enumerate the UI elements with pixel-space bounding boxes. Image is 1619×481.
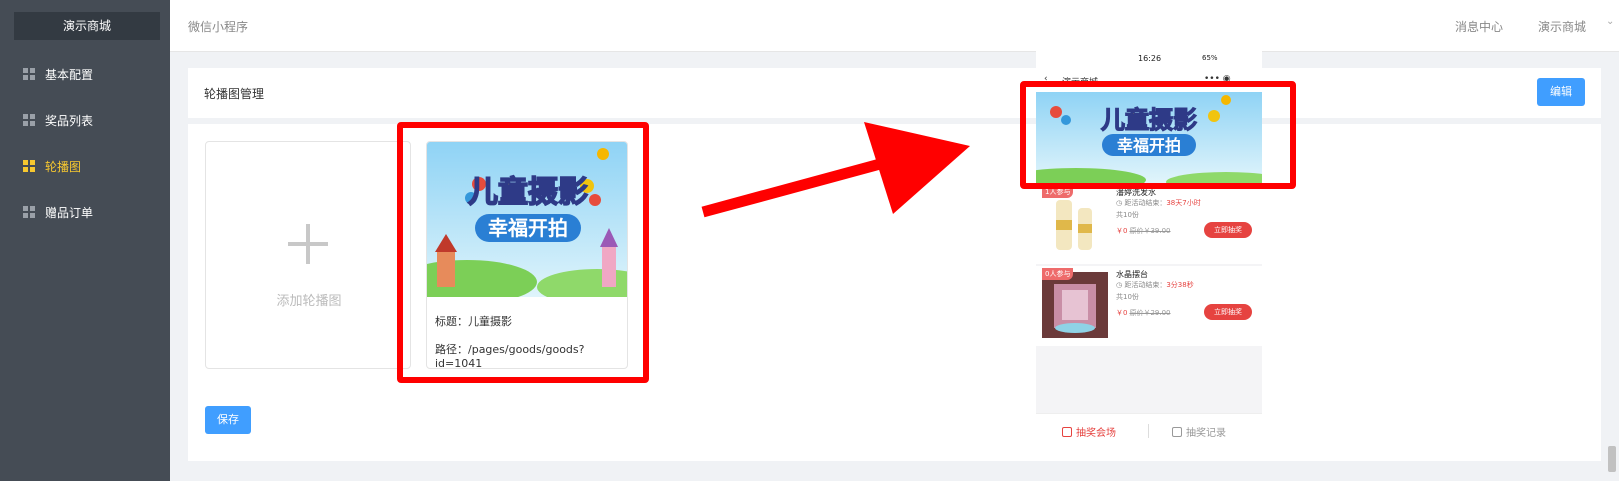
grid-icon: [23, 68, 35, 80]
sidebar-item-label: 基本配置: [45, 67, 94, 82]
edit-button[interactable]: 编辑: [1537, 78, 1585, 106]
record-icon: [1172, 426, 1182, 437]
message-center-link[interactable]: 消息中心: [1455, 18, 1503, 35]
highlight-frame: [397, 122, 649, 383]
sidebar-item-basic-config[interactable]: 基本配置: [0, 52, 170, 96]
price-value: ￥0: [1116, 227, 1128, 235]
card-header: 轮播图管理 编辑: [188, 68, 1601, 118]
gift-icon: [1062, 426, 1072, 437]
product-name: 水晶摆台: [1116, 270, 1148, 279]
participants-badge: 0人参与: [1042, 268, 1074, 280]
page-title: 轮播图管理: [204, 87, 265, 101]
sidebar-item-label: 轮播图: [45, 159, 82, 174]
save-button[interactable]: 保存: [205, 406, 251, 434]
tab-label: 抽奖会场: [1076, 428, 1116, 439]
chevron-down-icon[interactable]: ⌄: [1606, 16, 1614, 27]
plus-icon: [288, 224, 328, 264]
app-title: 微信小程序: [188, 20, 249, 34]
sidebar: 演示商城 基本配置 奖品列表 轮播图 赠品订单: [0, 0, 170, 481]
grid-icon: [23, 206, 35, 218]
battery-icon: 65%: [1202, 54, 1218, 62]
product-image: [1042, 190, 1108, 256]
highlight-frame: [1020, 81, 1296, 189]
prize-count: 共10份: [1116, 211, 1139, 219]
tab-label: 抽奖记录: [1186, 428, 1226, 439]
product-card[interactable]: 0人参与 水晶摆台 ◷ 距活动结束：3分38秒 共10份 ￥0 原价￥29.00 …: [1036, 266, 1262, 346]
product-image: [1042, 272, 1108, 338]
original-price: 原价￥29.00: [1129, 309, 1171, 317]
original-price: 原价￥39.00: [1129, 227, 1171, 235]
tab-divider: [1148, 424, 1149, 438]
tab-lottery-records[interactable]: 抽奖记录: [1172, 424, 1226, 439]
phone-status-bar: 16:26 65%: [1036, 48, 1262, 70]
sidebar-item-label: 赠品订单: [45, 205, 94, 220]
tab-lottery-hall[interactable]: 抽奖会场: [1062, 424, 1116, 439]
sidebar-item-label: 奖品列表: [45, 113, 94, 128]
grid-icon: [23, 160, 35, 172]
countdown-label: 距活动结束：: [1124, 281, 1167, 289]
draw-button[interactable]: 立即抽奖: [1204, 222, 1252, 238]
shop-switcher[interactable]: 演示商城: [1538, 18, 1586, 35]
sidebar-item-prize-list[interactable]: 奖品列表: [0, 98, 170, 142]
brand-title: 演示商城: [14, 12, 160, 40]
add-banner-label: 添加轮播图: [276, 294, 342, 309]
sidebar-item-carousel[interactable]: 轮播图: [0, 144, 170, 188]
price: ￥0 原价￥39.00: [1116, 226, 1171, 236]
countdown-label: 距活动结束：: [1124, 199, 1167, 207]
grid-icon: [23, 114, 35, 126]
scrollbar[interactable]: [1608, 446, 1616, 472]
product-card[interactable]: 1人参与 潘婷洗发水 ◷ 距活动结束：38天7小时 共10份 ￥0 原价￥39.0…: [1036, 184, 1262, 264]
countdown-value: 3分38秒: [1166, 281, 1194, 289]
countdown-value: 38天7小时: [1166, 199, 1201, 207]
phone-time: 16:26: [1138, 54, 1162, 63]
prize-count: 共10份: [1116, 293, 1139, 301]
countdown: ◷ 距活动结束：3分38秒: [1116, 281, 1194, 289]
sidebar-item-gift-orders[interactable]: 赠品订单: [0, 190, 170, 234]
price-value: ￥0: [1116, 309, 1128, 317]
phone-tab-bar: 抽奖会场 抽奖记录: [1036, 413, 1262, 448]
add-banner-button[interactable]: 添加轮播图: [205, 141, 411, 369]
draw-button[interactable]: 立即抽奖: [1204, 304, 1252, 320]
topbar: 微信小程序 消息中心 演示商城 ⌄: [170, 0, 1619, 52]
countdown: ◷ 距活动结束：38天7小时: [1116, 199, 1201, 207]
price: ￥0 原价￥29.00: [1116, 308, 1171, 318]
